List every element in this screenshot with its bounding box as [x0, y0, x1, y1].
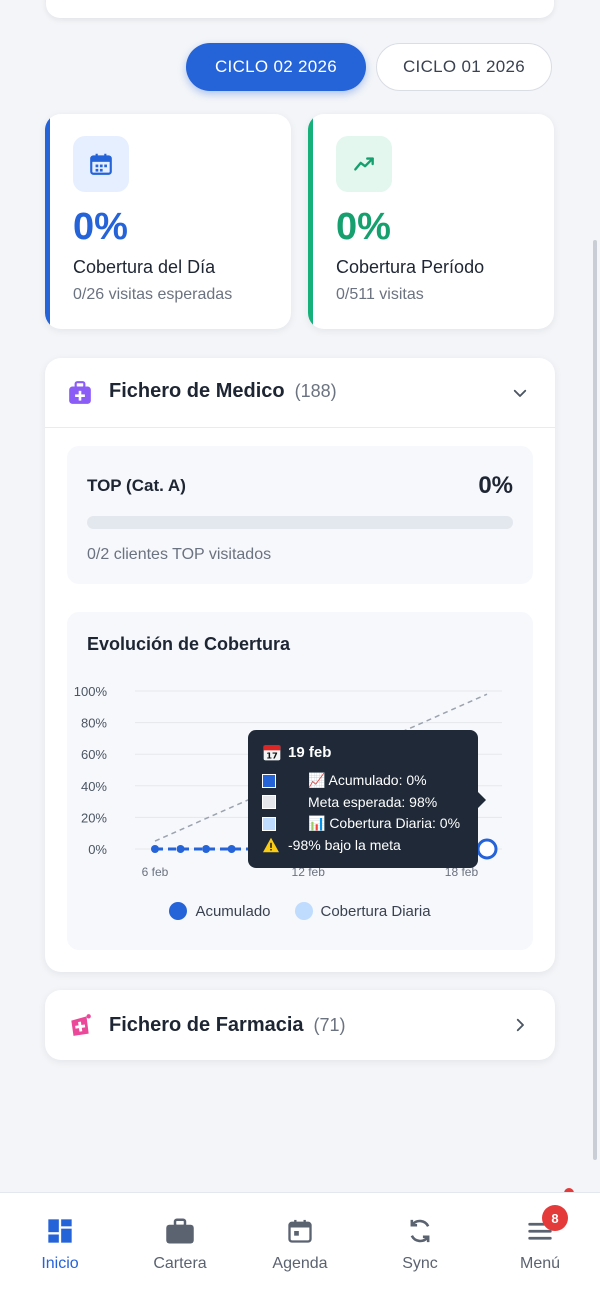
- calendar-emoji-icon: 17: [263, 745, 281, 761]
- y-tick-label: 80%: [81, 716, 107, 731]
- cycle-tabs: CICLO 02 2026 CICLO 01 2026: [186, 43, 552, 91]
- nav-menu[interactable]: Menú 8: [480, 1193, 600, 1298]
- nav-agenda-label: Agenda: [272, 1255, 328, 1272]
- nav-menu-label: Menú: [519, 1255, 561, 1272]
- kpi-day-sub: 0/26 visitas esperadas: [73, 286, 233, 303]
- kpi-period-value: 0%: [336, 206, 391, 248]
- menu-badge: 8: [542, 1205, 568, 1231]
- nav-sync-label: Sync: [402, 1255, 438, 1272]
- nav-inicio[interactable]: Inicio: [0, 1193, 120, 1298]
- top-progress-bar: [87, 516, 513, 529]
- tooltip-row-diaria: 📊 Cobertura Diaria: 0%: [262, 813, 464, 835]
- nav-sync[interactable]: Sync: [360, 1193, 480, 1298]
- fichero-medico-card: Fichero de Medico (188) TOP (Cat. A) 0% 0…: [45, 358, 555, 972]
- fichero-medico-header[interactable]: Fichero de Medico (188): [45, 358, 555, 428]
- nav-cartera-label: Cartera: [153, 1255, 207, 1272]
- y-tick-label: 0%: [88, 842, 107, 857]
- chevron-down-icon[interactable]: [511, 384, 529, 402]
- y-tick-label: 60%: [81, 747, 107, 762]
- data-point-active: [476, 838, 498, 860]
- scrollbar[interactable]: [593, 240, 597, 1160]
- kpi-cobertura-periodo: 0% Cobertura Período 0/511 visitas: [308, 114, 554, 329]
- data-point: [176, 845, 185, 853]
- sync-icon: [410, 1219, 430, 1243]
- chevron-right-icon[interactable]: [511, 1016, 529, 1034]
- nav-inicio-label: Inicio: [41, 1255, 79, 1272]
- kpi-cobertura-dia: 0% Cobertura del Día 0/26 visitas espera…: [45, 114, 291, 329]
- kpi-period-sub: 0/511 visitas: [336, 286, 424, 303]
- nav-cartera[interactable]: Cartera: [120, 1193, 240, 1298]
- fichero-medico-count: (188): [294, 381, 337, 401]
- top-cat-label: TOP (Cat. A): [87, 476, 186, 495]
- calendar-icon: [73, 136, 129, 192]
- tooltip-row-warning: -98% bajo la meta: [262, 835, 464, 857]
- tab-ciclo-02-2026[interactable]: CICLO 02 2026: [186, 43, 366, 91]
- legend-cobertura-diaria[interactable]: Cobertura Diaria: [294, 902, 431, 920]
- nav-agenda[interactable]: Agenda: [240, 1193, 360, 1298]
- bottom-nav: Inicio Cartera Agenda Sync Menú 8: [0, 1192, 600, 1298]
- x-tick-label: 6 feb: [142, 865, 169, 879]
- dashboard-icon: [48, 1219, 72, 1243]
- tooltip-row-acumulado: 📈 Acumulado: 0%: [262, 770, 464, 792]
- kpi-day-value: 0%: [73, 206, 128, 248]
- fichero-medico-title: Fichero de Medico (188): [109, 380, 337, 402]
- kpi-period-label: Cobertura Período: [336, 257, 485, 277]
- y-tick-label: 20%: [81, 810, 107, 825]
- fichero-farmacia-count: (71): [313, 1015, 346, 1035]
- top-cat-sub: 0/2 clientes TOP visitados: [87, 546, 272, 563]
- chart-legend: Acumulado Cobertura Diaria: [67, 902, 533, 920]
- tab-ciclo-01-2026[interactable]: CICLO 01 2026: [376, 43, 552, 91]
- legend-acumulado[interactable]: Acumulado: [169, 902, 271, 920]
- fichero-farmacia-card[interactable]: Fichero de Farmacia (71): [45, 990, 555, 1060]
- trending-up-icon: [336, 136, 392, 192]
- y-tick-label: 100%: [74, 684, 108, 699]
- calendar-icon: [288, 1219, 312, 1243]
- data-point: [202, 845, 211, 853]
- fichero-farmacia-title: Fichero de Farmacia (71): [109, 1014, 346, 1036]
- medical-kit-icon: [69, 381, 91, 404]
- tooltip-date: 17 19 feb: [262, 742, 464, 762]
- briefcase-icon: [166, 1218, 194, 1244]
- pharmacy-icon: [71, 1014, 91, 1036]
- previous-card: [46, 0, 554, 18]
- data-point: [151, 845, 159, 853]
- top-cat-a-panel: TOP (Cat. A) 0% 0/2 clientes TOP visitad…: [67, 446, 533, 584]
- top-cat-percent: 0%: [478, 472, 513, 499]
- chart-tooltip: 17 19 feb 📈 Acumulado: 0% Meta esperada:…: [248, 730, 486, 868]
- y-tick-label: 40%: [81, 779, 107, 794]
- tooltip-row-meta: Meta esperada: 98%: [262, 792, 464, 814]
- svg-text:17: 17: [266, 751, 278, 761]
- data-point: [227, 845, 236, 853]
- warning-icon: [263, 837, 279, 853]
- kpi-day-label: Cobertura del Día: [73, 257, 216, 277]
